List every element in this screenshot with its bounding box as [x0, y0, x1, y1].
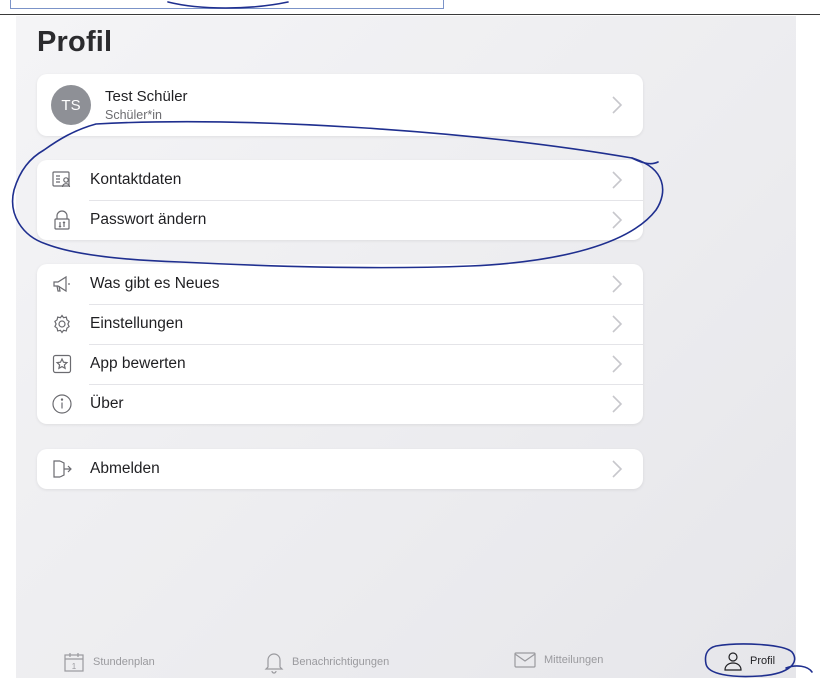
bell-icon: [264, 653, 284, 674]
profile-row[interactable]: TS Test Schüler Schüler*in: [37, 74, 643, 136]
logout-card: Abmelden: [37, 449, 643, 489]
chevron-right-icon: [612, 275, 623, 293]
tab-label: Stundenplan: [93, 656, 155, 668]
info-icon: [51, 393, 73, 415]
calendar-day-badge: 1: [72, 662, 77, 671]
lock-icon: [51, 209, 73, 231]
chevron-right-icon: [612, 460, 623, 478]
tab-label: Profil: [750, 655, 776, 667]
megaphone-icon: [51, 273, 73, 295]
calendar-icon: 1: [64, 653, 84, 672]
menu-item-einstellungen[interactable]: Einstellungen: [37, 304, 643, 344]
chevron-right-icon: [612, 355, 623, 373]
person-icon: [724, 652, 742, 671]
menu-label: App bewerten: [90, 355, 186, 372]
tab-benachrichtigungen[interactable]: Benachrichtigungen: [263, 650, 389, 674]
profile-card: TS Test Schüler Schüler*in: [37, 74, 643, 136]
tab-bar: 1 Stundenplan Benachrichtigungen Mitteil…: [16, 640, 796, 678]
menu-item-ueber[interactable]: Über: [37, 384, 643, 424]
general-card: Was gibt es Neues Einstellungen App bewe…: [37, 264, 643, 424]
tab-mitteilungen[interactable]: Mitteilungen: [513, 650, 603, 670]
menu-label: Was gibt es Neues: [90, 275, 220, 292]
chevron-right-icon: [612, 96, 623, 114]
menu-item-app-bewerten[interactable]: App bewerten: [37, 344, 643, 384]
contact-card-icon: [51, 169, 73, 191]
chevron-right-icon: [612, 395, 623, 413]
tab-label: Mitteilungen: [544, 654, 604, 666]
menu-label: Passwort ändern: [90, 211, 207, 228]
logout-icon: [51, 458, 73, 480]
star-icon: [51, 353, 73, 375]
tab-profil[interactable]: Profil: [723, 650, 775, 672]
menu-label: Kontaktdaten: [90, 171, 182, 188]
chevron-right-icon: [612, 171, 623, 189]
envelope-icon: [514, 652, 536, 668]
account-card: Kontaktdaten Passwort ändern: [37, 160, 643, 240]
avatar: TS: [51, 85, 91, 125]
menu-label: Abmelden: [90, 460, 160, 477]
menu-item-passwort-aendern[interactable]: Passwort ändern: [37, 200, 643, 240]
profile-name: Test Schüler: [105, 88, 188, 105]
top-input-fragment: [10, 0, 444, 9]
tab-stundenplan[interactable]: 1 Stundenplan: [62, 650, 155, 674]
page-title: Profil: [37, 26, 113, 58]
chevron-right-icon: [612, 211, 623, 229]
menu-item-kontaktdaten[interactable]: Kontaktdaten: [37, 160, 643, 200]
menu-label: Einstellungen: [90, 315, 184, 332]
gear-icon: [51, 313, 73, 335]
chevron-right-icon: [612, 315, 623, 333]
menu-item-was-gibt-es-neues[interactable]: Was gibt es Neues: [37, 264, 643, 304]
menu-label: Über: [90, 395, 124, 412]
profile-role: Schüler*in: [105, 108, 162, 122]
top-strip: [0, 0, 820, 15]
tab-label: Benachrichtigungen: [292, 656, 390, 668]
menu-item-abmelden[interactable]: Abmelden: [37, 449, 643, 489]
